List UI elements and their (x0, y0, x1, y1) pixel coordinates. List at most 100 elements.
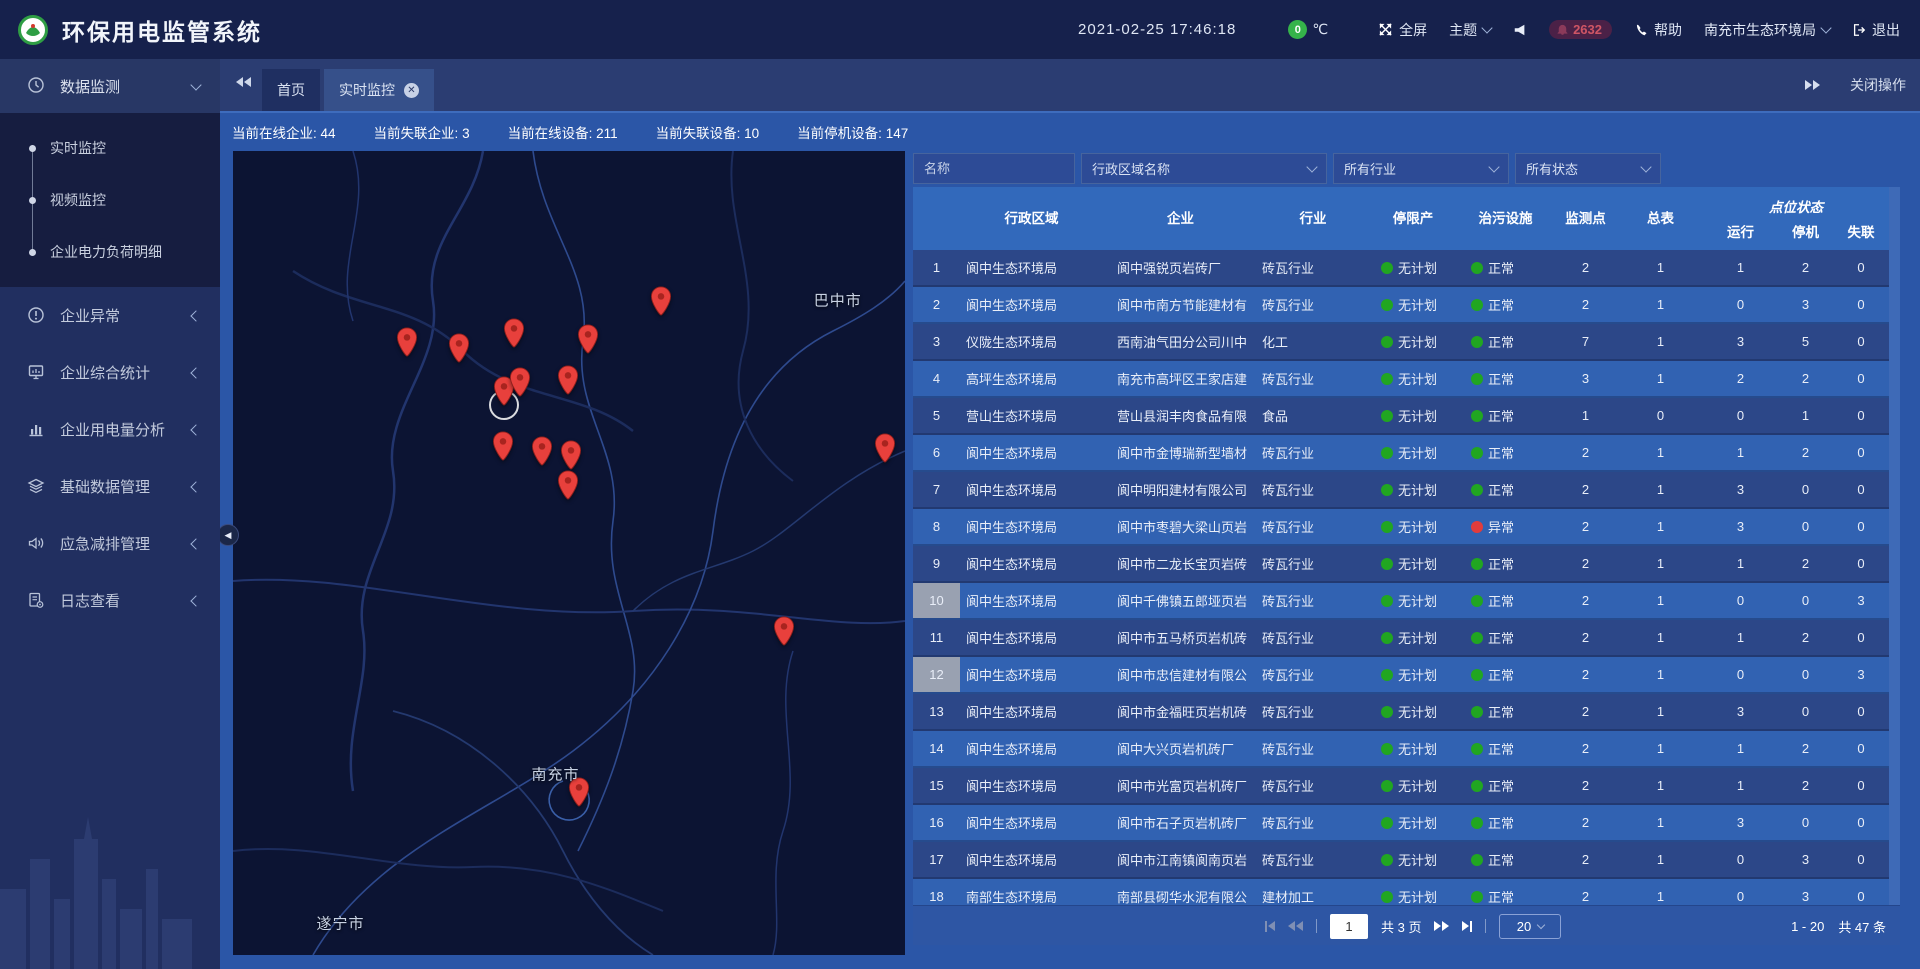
tabs-scroll-left-button[interactable] (236, 77, 251, 87)
column-header-index (913, 187, 960, 250)
map-pin-icon[interactable] (396, 327, 418, 358)
map-pin-icon[interactable] (509, 367, 531, 398)
sidebar-item-log-view[interactable]: 日志查看 (0, 572, 220, 629)
status-dot-icon (1471, 891, 1483, 903)
cell-points: 2 (1553, 815, 1618, 830)
table-scrollbar[interactable] (1889, 187, 1900, 905)
status-filter-select[interactable]: 所有状态 (1515, 153, 1661, 184)
map-pin-icon[interactable] (557, 365, 579, 396)
chevron-down-icon (1488, 161, 1499, 172)
map-pin-icon[interactable] (557, 470, 579, 501)
cell-region: 阆中生态环境局 (960, 702, 1103, 721)
next-page-button[interactable] (1434, 921, 1449, 931)
datetime-label: 2021-02-25 17:46:18 (1078, 21, 1236, 38)
cell-meters: 1 (1618, 889, 1703, 904)
tabs-scroll-right-button[interactable] (1805, 80, 1820, 90)
industry-filter-select[interactable]: 所有行业 (1333, 153, 1509, 184)
cell-meters: 1 (1618, 556, 1703, 571)
table-row[interactable]: 7阆中生态环境局阆中明阳建材有限公司砖瓦行业无计划正常21300 (913, 472, 1889, 509)
map-pin-icon[interactable] (773, 616, 795, 647)
sidebar-item-emergency-reduction[interactable]: 应急减排管理 (0, 515, 220, 572)
row-number: 4 (913, 361, 960, 396)
fullscreen-button[interactable]: 全屏 (1378, 20, 1427, 40)
table-row[interactable]: 10阆中生态环境局阆中千佛镇五郎垭页岩砖瓦行业无计划正常21003 (913, 583, 1889, 620)
map-pin-icon[interactable] (650, 286, 672, 317)
table-row[interactable]: 6阆中生态环境局阆中市金博瑞新型墙材砖瓦行业无计划正常21120 (913, 435, 1889, 472)
table-row[interactable]: 11阆中生态环境局阆中市五马桥页岩机砖砖瓦行业无计划正常21120 (913, 620, 1889, 657)
last-page-button[interactable] (1462, 921, 1472, 932)
cell-industry: 砖瓦行业 (1258, 443, 1368, 462)
cell-lost: 0 (1833, 519, 1889, 534)
table-row[interactable]: 15阆中生态环境局阆中市光富页岩机砖厂砖瓦行业无计划正常21120 (913, 768, 1889, 805)
sidebar-item-enterprise-abnormal[interactable]: 企业异常 (0, 287, 220, 344)
map-collapse-handle[interactable]: ◀ (217, 524, 239, 546)
cell-company: 阆中市金福旺页岩机砖 (1103, 702, 1258, 721)
status-dot-icon (1471, 706, 1483, 718)
page-size-select[interactable]: 20 (1499, 914, 1561, 939)
page-number-input[interactable] (1330, 914, 1368, 939)
map-pin-icon[interactable] (503, 318, 525, 349)
theme-dropdown[interactable]: 主题 (1449, 20, 1491, 40)
table-row[interactable]: 4高坪生态环境局南充市高坪区王家店建砖瓦行业无计划正常31220 (913, 361, 1889, 398)
table-row[interactable]: 18南部生态环境局南部县砌华水泥有限公建材加工无计划正常21030 (913, 879, 1889, 905)
notification-badge[interactable]: 2632 (1549, 20, 1612, 39)
table-row[interactable]: 16阆中生态环境局阆中市石子页岩机砖厂砖瓦行业无计划正常21300 (913, 805, 1889, 842)
cell-stopped: 0 (1778, 667, 1833, 682)
chevron-left-icon (190, 595, 201, 606)
gauge-icon (27, 76, 47, 96)
table-row[interactable]: 8阆中生态环境局阆中市枣碧大梁山页岩砖瓦行业无计划异常21300 (913, 509, 1889, 546)
row-number: 10 (913, 583, 960, 618)
first-page-button[interactable] (1265, 921, 1275, 932)
tab-home[interactable]: 首页 (262, 69, 320, 111)
table-row[interactable]: 17阆中生态环境局阆中市江南镇阆南页岩砖瓦行业无计划正常21030 (913, 842, 1889, 879)
name-filter-input[interactable] (913, 153, 1075, 184)
sidebar-item-data-monitor[interactable]: 数据监测 (0, 59, 220, 113)
logout-button[interactable]: 退出 (1852, 20, 1900, 40)
map-pin-icon[interactable] (560, 440, 582, 471)
map-pin-icon[interactable] (531, 436, 553, 467)
table-row[interactable]: 9阆中生态环境局阆中市二龙长宝页岩砖砖瓦行业无计划正常21120 (913, 546, 1889, 583)
close-operations-button[interactable]: 关闭操作 (1850, 75, 1906, 95)
region-filter-select[interactable]: 行政区域名称 (1081, 153, 1327, 184)
help-button[interactable]: 帮助 (1634, 20, 1682, 40)
sidebar-item-enterprise-statistics[interactable]: 企业综合统计 (0, 344, 220, 401)
sidebar-item-power-usage-analysis[interactable]: 企业用电量分析 (0, 401, 220, 458)
status-dot-icon (1471, 854, 1483, 866)
mute-button[interactable] (1513, 23, 1527, 37)
table-row[interactable]: 2阆中生态环境局阆中市南方节能建材有砖瓦行业无计划正常21030 (913, 287, 1889, 324)
tabs-row: 首页 实时监控 ✕ (262, 69, 434, 111)
map-pin-icon[interactable] (448, 333, 470, 364)
status-dot-icon (1471, 410, 1483, 422)
sidebar-item-base-data-management[interactable]: 基础数据管理 (0, 458, 220, 515)
map-pin-icon[interactable] (492, 431, 514, 462)
prev-page-button[interactable] (1288, 921, 1303, 931)
stat-item-2: 当前在线设备: 211 (508, 122, 618, 142)
table-row[interactable]: 3仪陇生态环境局西南油气田分公司川中化工无计划正常71350 (913, 324, 1889, 361)
cell-points: 2 (1553, 778, 1618, 793)
tab-realtime-monitor[interactable]: 实时监控 ✕ (324, 69, 434, 111)
temperature-value: 0 (1288, 20, 1307, 39)
tab-close-icon[interactable]: ✕ (404, 83, 419, 98)
sidebar-subitem-realtime-monitor[interactable]: 实时监控 (0, 122, 220, 174)
cell-company: 阆中市忠信建材有限公 (1103, 665, 1258, 684)
stat-item-1: 当前失联企业: 3 (374, 122, 470, 142)
table-row[interactable]: 14阆中生态环境局阆中大兴页岩机砖厂砖瓦行业无计划正常21120 (913, 731, 1889, 768)
status-dot-icon (1381, 484, 1393, 496)
chevron-left-icon (190, 538, 201, 549)
table-row[interactable]: 13阆中生态环境局阆中市金福旺页岩机砖砖瓦行业无计划正常21300 (913, 694, 1889, 731)
cell-points: 1 (1553, 408, 1618, 423)
user-dropdown[interactable]: 南充市生态环境局 (1704, 20, 1830, 40)
map-pin-icon[interactable] (577, 324, 599, 355)
status-dot-icon (1381, 299, 1393, 311)
record-range: 1 - 20 (1791, 919, 1824, 934)
cell-run: 1 (1703, 778, 1778, 793)
table-row[interactable]: 12阆中生态环境局阆中市忠信建材有限公砖瓦行业无计划正常21003 (913, 657, 1889, 694)
status-dot-icon (1471, 447, 1483, 459)
sidebar-subitem-video-monitor[interactable]: 视频监控 (0, 174, 220, 226)
table-row[interactable]: 5营山生态环境局营山县润丰肉食品有限食品无计划正常10010 (913, 398, 1889, 435)
map-pin-icon[interactable] (874, 433, 896, 464)
table-row[interactable]: 1阆中生态环境局阆中强锐页岩砖厂砖瓦行业无计划正常21120 (913, 250, 1889, 287)
cell-region: 营山生态环境局 (960, 406, 1103, 425)
sidebar-subitem-power-load-detail[interactable]: 企业电力负荷明细 (0, 226, 220, 278)
map-panel[interactable]: 巴中市南充市遂宁市 (233, 151, 905, 955)
